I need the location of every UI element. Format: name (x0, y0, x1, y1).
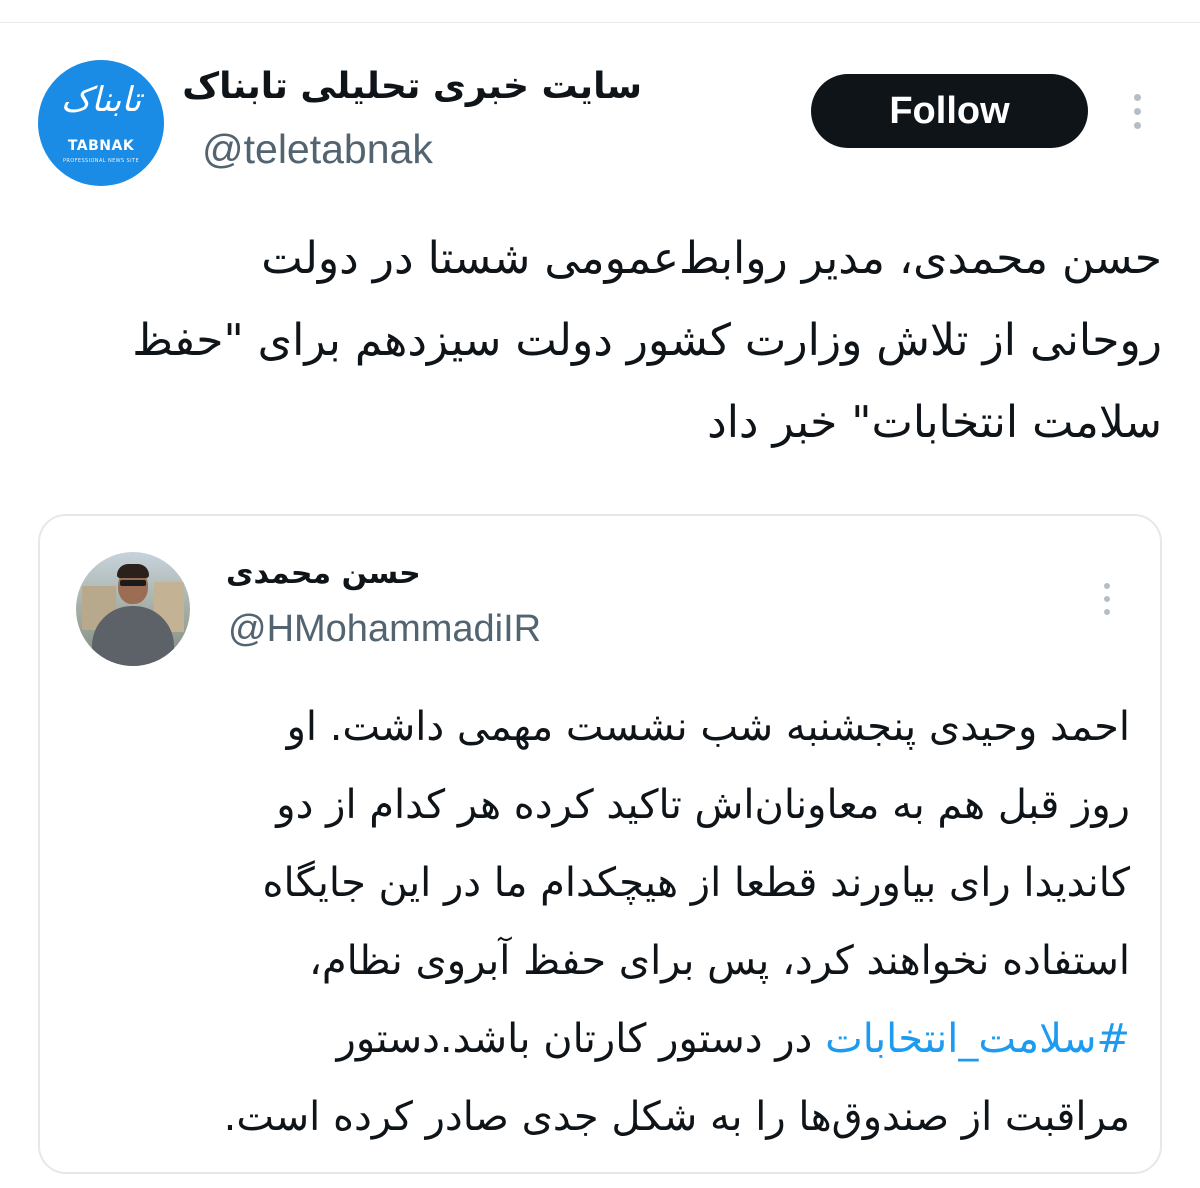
dot (1133, 93, 1141, 101)
tweet-page: تابناک TABNAK PROFESSIONAL NEWS SITE سای… (0, 0, 1200, 1188)
quoted-tweet-card[interactable]: حسن محمدی @HMohammadiIR احمد وحیدی پنجشن… (38, 514, 1162, 1174)
author-display-name[interactable]: سایت خبری تحلیلی تابناک (182, 66, 642, 107)
dot (1133, 107, 1141, 115)
quoted-author-avatar[interactable] (76, 552, 190, 666)
quoted-author-name[interactable]: حسن محمدی (226, 556, 476, 591)
dot (1133, 121, 1141, 129)
avatar[interactable]: تابناک TABNAK PROFESSIONAL NEWS SITE (38, 60, 164, 186)
quoted-text-span: احمد وحیدی پنجشنبه شب نشست مهمی داشت. او (286, 704, 1130, 750)
quoted-author-handle[interactable]: @HMohammadiIR (228, 608, 541, 651)
quoted-text-span: در دستور کارتان باشد.دستور (336, 1016, 826, 1062)
logo-wordmark: TABNAK (67, 138, 135, 154)
quoted-more-options-icon[interactable] (1092, 574, 1122, 624)
dot (1104, 583, 1110, 589)
logo-tagline: PROFESSIONAL NEWS SITE (62, 158, 140, 164)
quoted-text-span: کاندیدا رای بیاورند قطعا از هیچکدام ما د… (262, 860, 1130, 906)
quoted-text-line: کاندیدا رای بیاورند قطعا از هیچکدام ما د… (120, 844, 1130, 922)
quoted-text-line: روز قبل هم به معاونان‌اش تاکید کرده هر ک… (120, 766, 1130, 844)
dot (1104, 609, 1110, 615)
quoted-text-line: #سلامت_انتخابات در دستور کارتان باشد.دست… (120, 1000, 1130, 1078)
quoted-tweet-text: احمد وحیدی پنجشنبه شب نشست مهمی داشت. او… (120, 688, 1130, 1156)
tweet-text-line: حسن محمدی، مدیر روابط‌عمومی شستا در دولت (261, 233, 1162, 284)
quoted-text-line: احمد وحیدی پنجشنبه شب نشست مهمی داشت. او (120, 688, 1130, 766)
tweet-text-line: روحانی از تلاش وزارت کشور دولت سیزدهم بر… (132, 315, 1162, 366)
quoted-text-span: استفاده نخواهند کرد، پس برای حفظ آبروی ن… (308, 938, 1130, 984)
quoted-text-line: استفاده نخواهند کرد، پس برای حفظ آبروی ن… (120, 922, 1130, 1000)
quoted-text-line: مراقبت از صندوق‌ها را به شکل جدی صادر کر… (120, 1078, 1130, 1156)
tweet-text: حسن محمدی، مدیر روابط‌عمومی شستا در دولت… (40, 218, 1162, 464)
divider (0, 22, 1200, 23)
avatar-glasses (120, 580, 146, 586)
follow-button[interactable]: Follow (811, 74, 1088, 148)
tweet-text-line: سلامت انتخابات" خبر داد (707, 397, 1162, 448)
quoted-text-span: روز قبل هم به معاونان‌اش تاکید کرده هر ک… (276, 782, 1130, 828)
logo-script: تابناک (60, 80, 143, 120)
more-options-icon[interactable] (1122, 86, 1152, 136)
hashtag-link[interactable]: #سلامت_انتخابات (825, 1016, 1130, 1062)
author-handle[interactable]: @teletabnak (202, 126, 433, 173)
avatar-hair (117, 564, 149, 578)
dot (1104, 596, 1110, 602)
quoted-text-span: مراقبت از صندوق‌ها را به شکل جدی صادر کر… (223, 1094, 1130, 1140)
